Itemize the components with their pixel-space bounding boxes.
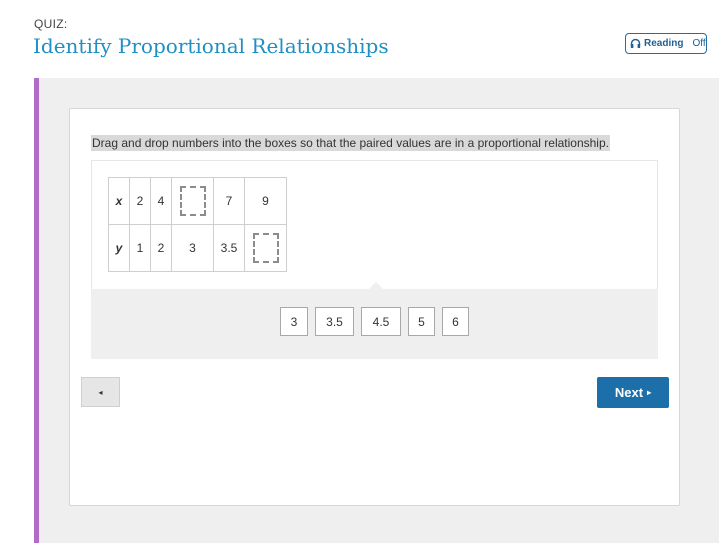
table-cell: 7 xyxy=(213,177,245,225)
stage-accent-bar xyxy=(34,78,39,543)
row-label-y: y xyxy=(108,224,130,272)
ratio-table: x 2 4 7 9 y 1 2 3 3.5 xyxy=(108,177,287,272)
number-tile[interactable]: 3 xyxy=(280,307,308,336)
table-cell-dropzone[interactable] xyxy=(171,177,214,225)
number-tile[interactable]: 5 xyxy=(408,307,435,336)
table-row-x: x 2 4 7 9 xyxy=(108,177,287,225)
number-tile[interactable]: 4.5 xyxy=(361,307,401,336)
table-row-y: y 1 2 3 3.5 xyxy=(108,224,287,272)
reading-toggle-button[interactable]: Reading Off xyxy=(625,33,707,54)
table-cell-dropzone[interactable] xyxy=(244,224,287,272)
previous-arrow-icon: ◂ xyxy=(98,387,103,397)
reading-state: Off xyxy=(692,38,706,49)
row-label-x: x xyxy=(108,177,130,225)
table-cell: 2 xyxy=(150,224,172,272)
table-cell: 3 xyxy=(171,224,214,272)
question-prompt: Drag and drop numbers into the boxes so … xyxy=(91,135,610,151)
table-cell: 2 xyxy=(129,177,151,225)
next-label: Next xyxy=(614,385,644,400)
table-cell: 4 xyxy=(150,177,172,225)
drop-box-y5[interactable] xyxy=(252,233,279,263)
reading-label: Reading xyxy=(644,38,684,49)
next-arrow-icon: ▸ xyxy=(647,388,652,397)
headphones-icon xyxy=(630,38,641,49)
previous-button[interactable]: ◂ xyxy=(81,377,120,407)
table-cell: 3.5 xyxy=(213,224,245,272)
drop-box-x3[interactable] xyxy=(179,186,206,216)
page-title: Identify Proportional Relationships xyxy=(33,34,389,58)
number-tile[interactable]: 6 xyxy=(442,307,469,336)
tray-pointer xyxy=(368,282,384,290)
next-button[interactable]: Next ▸ xyxy=(597,377,669,408)
table-cell: 1 xyxy=(129,224,151,272)
quiz-kicker: QUIZ: xyxy=(34,17,68,31)
number-tile[interactable]: 3.5 xyxy=(315,307,354,336)
table-cell: 9 xyxy=(244,177,287,225)
